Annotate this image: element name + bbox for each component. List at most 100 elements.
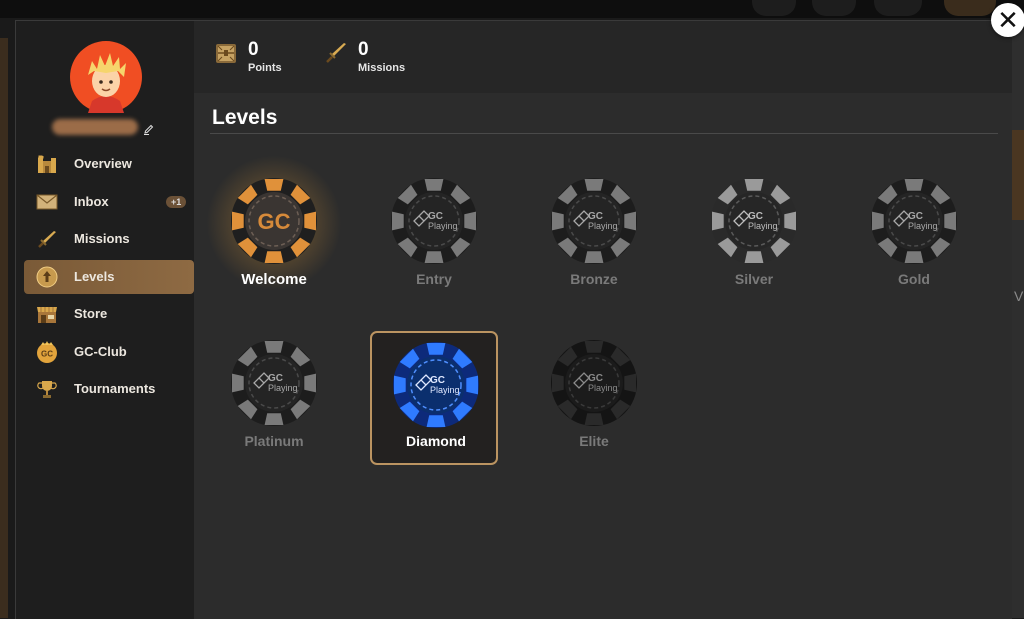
sidebar-item-store[interactable]: Store [24,297,194,331]
sword-icon [326,43,346,63]
chip-segment [304,211,316,231]
chip-segment [904,179,924,191]
poker-chip-icon: GCPlaying [393,342,479,428]
chip-segment [872,211,884,231]
level-name: Entry [416,271,452,287]
missions-label: Missions [358,62,406,74]
chip-segment [944,211,956,231]
sidebar-item-gc-club[interactable]: GC GC-Club [24,335,194,369]
missions-value: 0 [358,39,369,60]
poker-chip-icon: GC [231,178,317,264]
level-name: Gold [898,271,930,287]
sidebar-item-label: Store [74,306,108,321]
level-name: Silver [734,271,774,287]
chip-segment [624,211,636,231]
chip-segment [264,179,284,191]
level-card-silver[interactable]: GC Playing Silver [690,169,818,303]
chip-segment [744,251,764,263]
level-card-bronze[interactable]: GC Playing Bronze [530,169,658,303]
chip-segment [784,211,796,231]
trophy-icon [37,381,57,398]
notification-badge: +1 [166,195,187,208]
levels-panel: Levels GC Welcome GC Playing Entry GC Playing B… [194,93,1012,619]
background-right-panel: V [1011,30,1024,618]
level-up-icon [36,266,58,287]
chip-segment [624,373,636,393]
chip-logo-bottom: Playing [428,221,458,231]
points-label: Points [248,62,282,74]
pencil-icon[interactable] [143,124,154,135]
level-card-platinum[interactable]: GC Playing Platinum [210,331,338,465]
background-accent [1011,130,1024,220]
level-card-elite[interactable]: GC Playing Elite [530,331,658,465]
sidebar-item-overview[interactable]: Overview [24,147,194,181]
chip-logo-bottom: Playing [268,383,298,393]
chip-segment [584,413,604,425]
sidebar-item-missions[interactable]: Missions [24,222,194,256]
close-button[interactable]: ✕ [991,3,1024,37]
chip-segment [424,179,444,191]
points-value: 0 [248,39,259,60]
background-trophy-icon [874,0,922,16]
background-left-panel [0,38,8,618]
treasure-chest-icon [216,44,236,63]
level-name: Bronze [570,271,618,287]
level-card-gold[interactable]: GC Playing Gold [850,169,978,303]
level-card-entry[interactable]: GC Playing Entry [370,169,498,303]
stats-bar: 0 Points 0 Missions [194,21,1012,93]
poker-chip-icon: GCPlaying [871,178,957,264]
sidebar-item-label: Levels [74,268,115,284]
chip-segment [232,211,244,231]
level-name: Platinum [244,433,304,449]
chip-segment [712,211,724,231]
envelope-icon [36,194,58,209]
chip-segment [392,211,404,231]
level-name: Diamond [406,433,466,449]
chip-segment [304,373,316,393]
sidebar: Overview Inbox +1 Missions Levels Store … [16,21,194,619]
poker-chip-icon: GCPlaying [551,340,637,426]
level-card-welcome[interactable]: GC Welcome [206,155,342,303]
chip-segment [904,251,924,263]
divider [210,133,998,134]
chip-segment [552,373,564,393]
level-name: Welcome [241,271,307,288]
gc-club-icon-text: GC [41,349,53,358]
sidebar-item-label: GC-Club [74,343,127,359]
poker-chip-icon: GCPlaying [231,340,317,426]
chip-segment [426,343,446,355]
chip-segment [426,415,446,427]
chip-logo-bottom: Playing [748,221,778,231]
sidebar-item-label: Tournaments [74,381,156,396]
gc-club-icon: GC [37,340,57,363]
chip-segment [264,341,284,353]
username-redacted [52,119,138,135]
poker-chip-icon: GCPlaying [711,178,797,264]
background-topbar [0,0,1024,18]
sidebar-item-levels[interactable]: Levels [24,259,194,294]
chip-segment [264,251,284,263]
sword-icon [38,231,56,248]
chip-segment [394,375,406,395]
chip-segment [424,251,444,263]
chip-segment [232,373,244,393]
sidebar-item-inbox[interactable]: Inbox +1 [24,185,194,219]
background-bell-icon [812,0,856,16]
chip-segment [584,179,604,191]
chip-segment [466,375,478,395]
chip-logo-bottom: Playing [588,383,618,393]
chip-segment [744,179,764,191]
chip-logo-bottom: Playing [588,221,618,231]
level-card-diamond[interactable]: GC Playing Diamond [370,331,498,465]
chip-segment [584,251,604,263]
profile-modal: Overview Inbox +1 Missions Levels Store … [15,20,1012,619]
chip-logo-text: GC [258,209,291,234]
castle-icon [38,155,56,173]
chip-segment [552,211,564,231]
storefront-icon [37,307,57,323]
sidebar-item-tournaments[interactable]: Tournaments [24,372,194,406]
chip-segment [464,211,476,231]
chip-segment [264,413,284,425]
avatar[interactable] [70,41,142,113]
background-text-fragment: V [1014,288,1024,304]
